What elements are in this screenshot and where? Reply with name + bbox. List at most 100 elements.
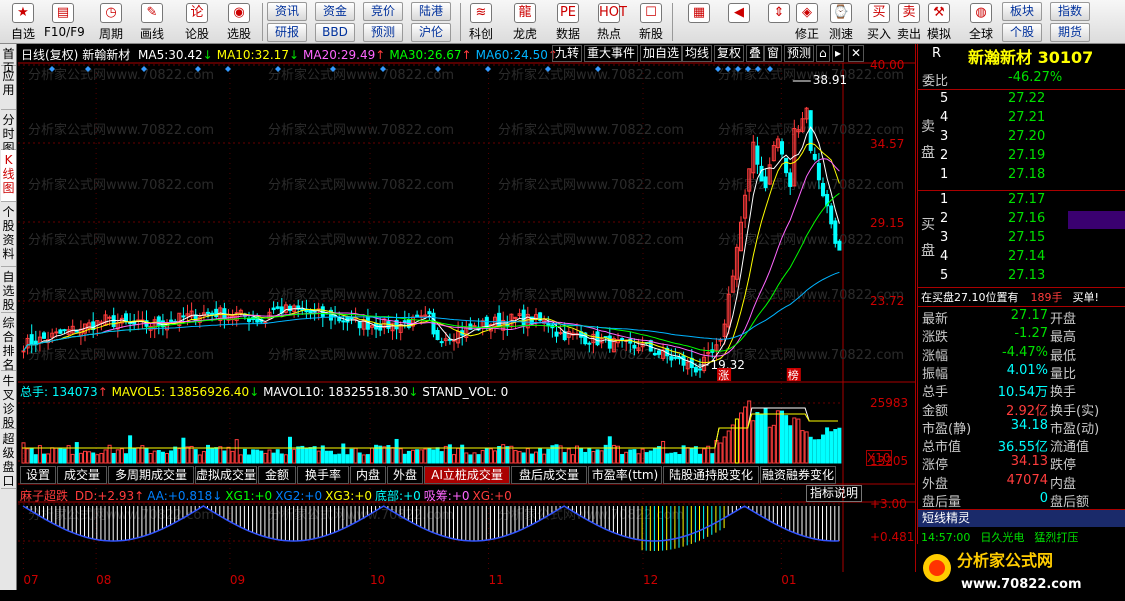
tb1-button-0[interactable]: ★ 自选 xyxy=(4,0,42,44)
candle-body xyxy=(816,162,821,181)
volume-bar xyxy=(33,454,38,464)
mini-button-0-0[interactable]: 资讯 xyxy=(267,2,307,21)
indicator-tab-2[interactable]: 多周期成交量 xyxy=(108,466,194,484)
tb3-button-7[interactable]: ⚒ 模拟 xyxy=(920,0,958,44)
divider xyxy=(918,306,1125,307)
tb1-button-2[interactable]: ◷ 周期 xyxy=(92,0,130,44)
volume-bar xyxy=(132,447,137,464)
indicator-val: +0 xyxy=(403,489,421,503)
volume-bar xyxy=(398,448,403,464)
short-name: 日久光电 xyxy=(980,531,1025,544)
chart-tab-0[interactable]: 九转 xyxy=(552,45,583,62)
tb3-button-4[interactable]: ⌚ 测速 xyxy=(822,0,860,44)
mini-button-0-1[interactable]: 研报 xyxy=(267,23,307,42)
chart-tab-1[interactable]: 重大事件 xyxy=(584,45,639,62)
ask-level: 5 xyxy=(940,91,949,106)
volume-bar xyxy=(402,453,407,464)
tb2-button-0[interactable]: ≋ 科创 xyxy=(462,0,500,44)
volume-bar xyxy=(677,454,682,464)
tb3-button-8[interactable]: ◍ 全球 xyxy=(962,0,1000,44)
speed-icon: ⌚ xyxy=(830,3,852,23)
volume-bar xyxy=(607,436,612,464)
home-icon[interactable]: ⌂ xyxy=(816,45,830,62)
indicator-tab-9[interactable]: 盘后成交量 xyxy=(511,466,587,484)
indicator-tab-3[interactable]: 虚拟成交量 xyxy=(195,466,257,484)
tb3-button-0[interactable]: ▦ xyxy=(680,0,718,44)
volume-bar xyxy=(283,454,288,464)
ask-price: 27.19 xyxy=(1008,148,1046,163)
mini2-button-0-0[interactable]: 板块 xyxy=(1002,2,1042,21)
volume-bar xyxy=(575,445,579,464)
vol-total-value: 134073 xyxy=(51,385,98,399)
mini-button-1-0[interactable]: 资金 xyxy=(315,2,355,21)
tb1-button-1[interactable]: ▤ F10/F9 xyxy=(44,0,85,44)
play-icon[interactable]: ▸ xyxy=(832,45,845,62)
side-tab-2[interactable]: 分时图 xyxy=(1,110,16,155)
indicator-tab-4[interactable]: 金额 xyxy=(258,466,296,484)
volume-bar xyxy=(255,449,260,464)
tb2-button-2[interactable]: PE 数据 xyxy=(549,0,587,44)
tb1-button-3[interactable]: ✎ 画线 xyxy=(133,0,171,44)
mini2-button-0-1[interactable]: 个股 xyxy=(1002,23,1042,42)
logo-graphic: 分析家公式网 www.70822.com xyxy=(923,551,1082,592)
mini-button-2-0[interactable]: 竞价 xyxy=(363,2,403,21)
volume-bar xyxy=(218,446,223,464)
short-row[interactable]: 14:57:00 日久光电 猛烈打压 xyxy=(921,529,1078,545)
side-tab-3[interactable]: K线图 xyxy=(1,150,16,202)
side-tab-0[interactable]: 首页 xyxy=(1,44,16,75)
stat-row: 涨停 34.13 跌停 xyxy=(918,454,1125,473)
chart-tab-5[interactable]: 叠 xyxy=(746,45,765,62)
tb1-button-4[interactable]: 论论股 xyxy=(178,0,216,44)
volume-bar xyxy=(669,452,674,464)
weibi-label: 委比 xyxy=(922,74,949,89)
mini-button-3-0[interactable]: 陆港 xyxy=(411,2,451,21)
chart-tab-2[interactable]: 加自选 xyxy=(640,45,683,62)
indicator-tab-7[interactable]: 外盘 xyxy=(387,466,423,484)
tb1-button-5[interactable]: ◉ 选股 xyxy=(220,0,258,44)
divider xyxy=(918,89,1125,90)
tb3-button-1[interactable]: ◀ xyxy=(720,0,758,44)
tb2-button-1[interactable]: 龍龙虎 xyxy=(506,0,544,44)
side-tab-4[interactable]: 个股资料 xyxy=(1,202,16,267)
chart-tab-6[interactable]: 窗 xyxy=(764,45,783,62)
mini-button-2-1[interactable]: 预测 xyxy=(363,23,403,42)
mini-button-3-1[interactable]: 沪伦 xyxy=(411,23,451,42)
volume-bar xyxy=(505,446,510,464)
tb2-button-3[interactable]: HOT 热点 xyxy=(590,0,628,44)
mini2-button-1-1[interactable]: 期货 xyxy=(1050,23,1090,42)
side-tab-5[interactable]: 自选股 xyxy=(1,267,16,313)
chart-tab-3[interactable]: 均线 xyxy=(682,45,713,62)
volume-bar xyxy=(784,415,789,464)
ma-item-0: MA5:30.42↓ xyxy=(138,48,213,62)
stat-row: 外盘 47074 内盘 xyxy=(918,473,1125,492)
watermark-text: 分析家公式网www.70822.com xyxy=(28,177,214,193)
volume-bar xyxy=(406,450,411,464)
indicator-tab-5[interactable]: 换手率 xyxy=(297,466,349,484)
indicator-tab-0[interactable]: 设置 xyxy=(20,466,56,484)
tb3-button-3[interactable]: ◈ 修正 xyxy=(788,0,826,44)
indicator-tab-8[interactable]: AI立桩成交量 xyxy=(424,466,510,484)
side-tab-1[interactable]: 应用 xyxy=(1,66,16,110)
chart-tab-7[interactable]: 预测 xyxy=(784,45,815,62)
stat-label-right: 换手(实) xyxy=(1050,403,1100,419)
volume-bar xyxy=(775,410,780,464)
close-icon[interactable]: ✕ xyxy=(848,45,865,62)
mini2-button-1-0[interactable]: 指数 xyxy=(1050,2,1090,21)
side-tab-7[interactable]: 牛叉诊股 xyxy=(1,371,16,430)
volume-bar xyxy=(628,449,633,464)
volume-bar xyxy=(99,452,104,464)
tb2-button-4[interactable]: ☐ 新股 xyxy=(632,0,670,44)
side-tab-6[interactable]: 综合排名 xyxy=(1,313,16,372)
mini-button-1-1[interactable]: BBD xyxy=(315,23,355,42)
side-tab-8[interactable]: 超级盘口 xyxy=(1,429,16,489)
indicator-tab-11[interactable]: 陆股通持股变化 xyxy=(663,466,759,484)
logo-url: www.70822.com xyxy=(961,577,1082,592)
indicator-tab-10[interactable]: 市盈率(ttm) xyxy=(588,466,662,484)
volume-bar xyxy=(21,442,26,464)
indicator-tab-6[interactable]: 内盘 xyxy=(350,466,386,484)
indicator-tab-1[interactable]: 成交量 xyxy=(57,466,107,484)
indicator-help-button[interactable]: 指标说明 xyxy=(806,485,863,502)
indicator-tab-12[interactable]: 融资融券变化 xyxy=(760,466,836,484)
chart-tab-4[interactable]: 复权 xyxy=(714,45,745,62)
indicator-val: +0 xyxy=(304,489,323,503)
